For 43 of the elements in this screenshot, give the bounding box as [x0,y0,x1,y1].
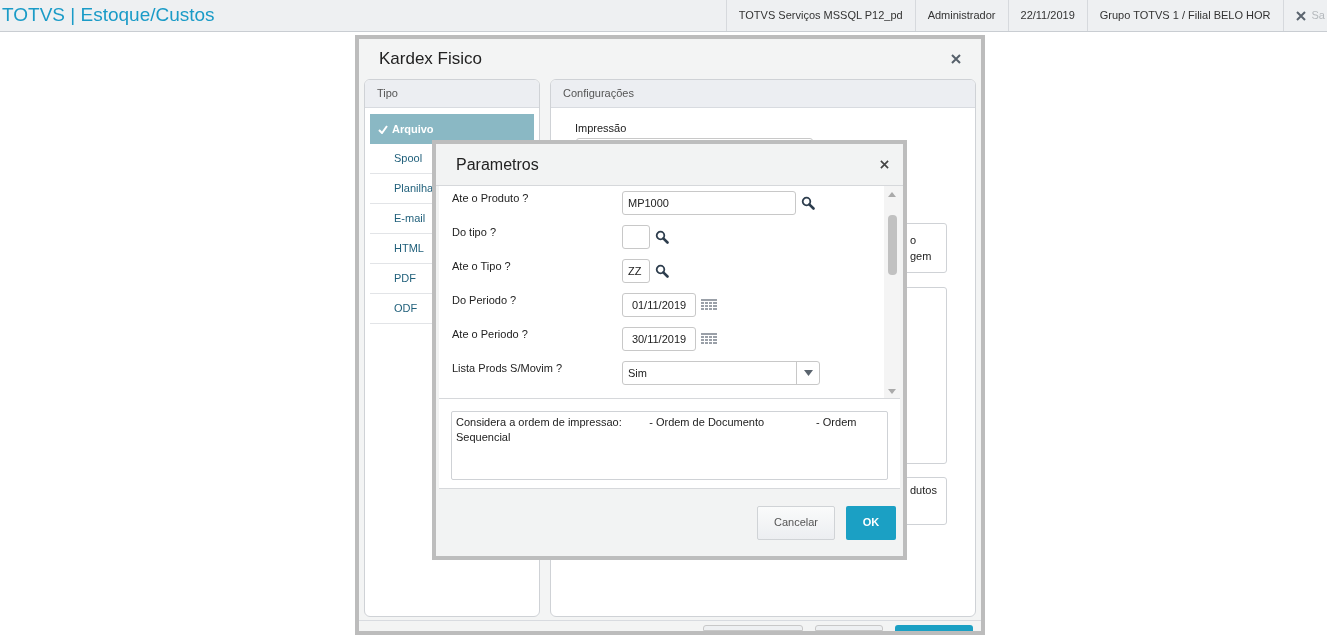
close-icon[interactable] [1295,10,1306,21]
input-field[interactable]: MP1000 [622,191,796,215]
field-label: Ate o Tipo ? [452,259,512,274]
field-label: Impressão [575,121,628,136]
check-icon [378,124,388,134]
close-icon[interactable] [880,160,889,169]
calendar-icon[interactable] [701,332,717,346]
option-text: o [910,232,917,248]
status-item: TOTVS Serviços MSSQL P12_pd [725,0,915,31]
input-field[interactable]: ZZ [622,259,650,283]
field-label: Ate o Produto ? [452,191,530,206]
field-label: Do Periodo ? [452,293,518,308]
description-text: Considera a ordem de impressao: - Ordem de Documento - Ordem Sequencial [451,411,888,480]
search-icon[interactable] [655,230,669,244]
field-label: Ate o Periodo ? [452,327,529,342]
search-icon[interactable] [655,264,669,278]
date-field[interactable]: 30/11/2019 [622,327,696,351]
scroll-thumb[interactable] [887,215,897,275]
dropdown[interactable]: Sim [622,361,820,385]
scroll-down-icon[interactable] [888,389,896,394]
field-label: Lista Prods S/Movim ? [452,361,564,376]
scroll-up-icon[interactable] [888,192,896,197]
panel-header: Configurações [551,80,975,108]
app-title: TOTVS | Estoque/Custos [1,3,215,28]
status-item: Administrador [914,0,1008,31]
footer-button[interactable] [815,625,883,631]
date-field[interactable]: 01/11/2019 [622,293,696,317]
search-icon[interactable] [801,196,815,210]
scrollbar[interactable] [884,186,900,398]
field-label: Do tipo ? [452,225,498,240]
dialog-title: Kardex Fisico [379,48,482,71]
option-text: dutos [910,483,938,498]
panel-header: Tipo [365,80,539,108]
footer-button[interactable] [703,625,803,631]
cancel-button[interactable]: Cancelar [757,505,835,540]
dialog-title: Parametros [456,154,539,175]
option-text: gem [910,249,932,264]
close-icon[interactable] [951,54,961,64]
status-item: 22/11/2019 [1007,0,1087,31]
caret-icon [803,370,813,376]
input-field[interactable] [622,225,650,249]
calendar-icon[interactable] [701,298,717,312]
status-item: Grupo TOTVS 1 / Filial BELO HOR [1086,0,1283,31]
